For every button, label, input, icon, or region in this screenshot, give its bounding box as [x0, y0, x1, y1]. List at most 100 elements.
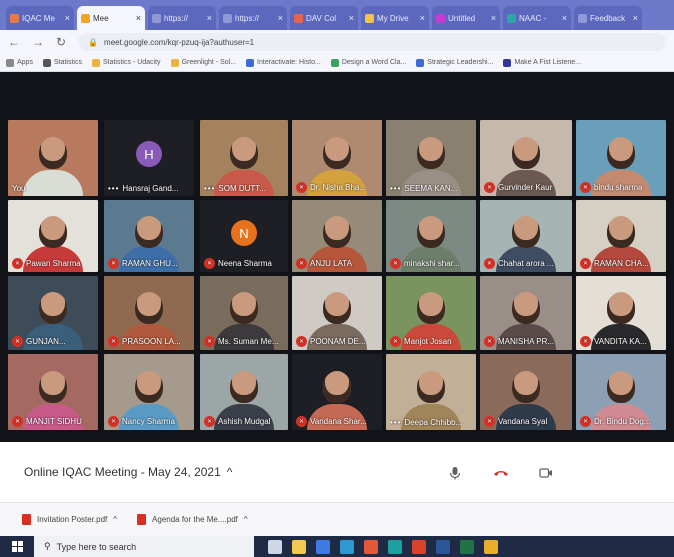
participant-name: Dr. Nisha Bha... [310, 183, 367, 192]
bookmark-item[interactable]: Apps [6, 58, 33, 67]
bookmark-item[interactable]: Design a Word Cla... [330, 58, 406, 67]
browser-tab[interactable]: Untitled × [432, 6, 500, 30]
participant-name-row: ✕ Gurvinder Kaur [484, 182, 568, 193]
task-view-icon[interactable] [268, 539, 282, 554]
url-field[interactable]: 🔒 meet.google.com/kqr-pzuq-ija?authuser=… [78, 33, 666, 51]
participant-tile[interactable]: ✕ Gurvinder Kaur [480, 120, 572, 196]
browser-tab[interactable]: NAAC - × [503, 6, 571, 30]
excel-icon[interactable] [460, 539, 474, 554]
participant-tile[interactable]: You [8, 120, 98, 196]
chrome-icon[interactable] [364, 539, 378, 554]
url-text: meet.google.com/kqr-pzuq-ija?authuser=1 [104, 37, 255, 47]
windows-start-button[interactable] [0, 536, 34, 557]
chevron-up-icon[interactable]: ^ [113, 515, 117, 524]
download-item[interactable]: Invitation Poster.pdf ^ [22, 514, 117, 525]
more-options-icon[interactable]: ••• [108, 184, 119, 193]
file-explorer-icon[interactable] [292, 539, 306, 554]
office-icon[interactable] [412, 539, 426, 554]
browser-tab[interactable]: My Drive × [361, 6, 429, 30]
participant-tile[interactable]: ✕ MANISHA PR... [480, 276, 572, 350]
chevron-up-icon[interactable]: ^ [244, 515, 248, 524]
bookmark-item[interactable]: Strategic Leadershi... [416, 58, 493, 67]
more-options-icon[interactable]: ••• [390, 184, 401, 193]
participant-tile[interactable]: ✕ minakshi shar... [386, 200, 476, 272]
bookmark-item[interactable]: Statistics [42, 58, 82, 67]
participant-name: MANISHA PR... [498, 337, 555, 346]
close-icon[interactable]: × [207, 13, 212, 23]
participant-tile[interactable]: H ••• Hansraj Gand... [104, 120, 194, 196]
mic-off-icon: ✕ [108, 416, 119, 427]
participant-tile[interactable]: ✕ Ashish Mudgal [200, 354, 288, 430]
tab-favicon-icon [152, 13, 161, 23]
participant-tile[interactable]: ✕ RAMAN CHA... [576, 200, 666, 272]
participant-tile[interactable]: ✕ GUNJAN... [8, 276, 98, 350]
participant-name: Neena Sharma [218, 259, 272, 268]
word-icon[interactable] [436, 539, 450, 554]
microphone-button[interactable] [442, 460, 468, 486]
edge-icon[interactable] [340, 539, 354, 554]
browser-tab[interactable]: https:// × [219, 6, 287, 30]
more-options-icon[interactable]: ••• [390, 418, 401, 427]
close-icon[interactable]: × [349, 13, 354, 23]
bookmark-item[interactable]: Statistics - Udacity [91, 58, 161, 67]
close-icon[interactable]: × [562, 13, 567, 23]
leave-call-button[interactable] [488, 460, 514, 486]
photos-icon[interactable] [484, 539, 498, 554]
participant-tile[interactable]: ✕ Vandana Syal [480, 354, 572, 430]
participant-tile[interactable]: ✕ Ms. Suman Me... [200, 276, 288, 350]
participant-tile[interactable]: ✕ ANJU LATA [292, 200, 382, 272]
back-icon[interactable]: ← [8, 35, 20, 49]
participant-tile[interactable]: ✕ Dr. Bindu Dog... [576, 354, 666, 430]
participant-tile[interactable]: ✕ POONAM DE... [292, 276, 382, 350]
camera-button[interactable] [533, 460, 559, 486]
participant-face [417, 370, 445, 403]
chevron-up-icon[interactable]: ^ [227, 465, 233, 479]
close-icon[interactable]: × [491, 13, 496, 23]
participant-tile[interactable]: ✕ Chahat arora ... [480, 200, 572, 272]
forward-icon[interactable]: → [32, 35, 44, 49]
participant-avatar: N [231, 220, 257, 247]
participant-tile[interactable]: ✕ Pawan Sharma [8, 200, 98, 272]
bookmark-item[interactable]: Greenlight - Sol... [170, 58, 236, 67]
participant-tile[interactable]: ••• SOM DUTT... [200, 120, 288, 196]
browser-tab[interactable]: IQAC Me × [6, 6, 74, 30]
close-icon[interactable]: × [136, 13, 141, 23]
browser-tab[interactable]: DAV Col × [290, 6, 358, 30]
windows-logo-icon [11, 541, 23, 552]
taskbar-search[interactable]: ⚲ Type here to search [34, 536, 254, 557]
participant-tile[interactable]: ••• SEEMA KAN... [386, 120, 476, 196]
tab-favicon-icon [436, 13, 445, 23]
mail-icon[interactable] [316, 539, 330, 554]
mic-off-icon: ✕ [204, 258, 215, 269]
microphone-icon [449, 467, 461, 480]
browser-tab[interactable]: https:// × [148, 6, 216, 30]
participant-name-row: ✕ Manjot Josan [390, 336, 472, 347]
participant-tile[interactable]: ✕ Nancy Sharma [104, 354, 194, 430]
participant-tile[interactable]: ✕ VANDITA KA... [576, 276, 666, 350]
download-item[interactable]: Agenda for the Me....pdf ^ [137, 514, 248, 525]
close-icon[interactable]: × [65, 13, 70, 23]
participant-name-row: ✕ Pawan Sharma [12, 258, 94, 269]
chrome-2-icon[interactable] [388, 539, 402, 554]
browser-tab[interactable]: Mee × [77, 6, 145, 30]
participant-tile[interactable]: ✕ Manjot Josan [386, 276, 476, 350]
meeting-details[interactable]: Online IQAC Meeting - May 24, 2021 ^ [24, 465, 232, 479]
participant-tile[interactable]: ✕ PRASOON LA... [104, 276, 194, 350]
participant-tile[interactable]: ••• Deepa Chhibb... [386, 354, 476, 430]
participant-tile[interactable]: ✕ RAMAN GHU... [104, 200, 194, 272]
close-icon[interactable]: × [278, 13, 283, 23]
browser-tab[interactable]: Feedback × [574, 6, 642, 30]
close-icon[interactable]: × [633, 13, 638, 23]
participant-tile[interactable]: ✕ Vandana Shar... [292, 354, 382, 430]
close-icon[interactable]: × [420, 13, 425, 23]
more-options-icon[interactable]: ••• [204, 184, 215, 193]
participant-tile[interactable]: ✕ MANJIT SIDHU [8, 354, 98, 430]
participant-name-row: ✕ VANDITA KA... [580, 336, 662, 347]
bookmark-item[interactable]: Interactivate: Histo... [246, 58, 321, 67]
bookmark-label: Statistics - Udacity [102, 59, 161, 66]
participant-tile[interactable]: N ✕ Neena Sharma [200, 200, 288, 272]
participant-tile[interactable]: ✕ Dr. Nisha Bha... [292, 120, 382, 196]
bookmark-item[interactable]: Make A Fist Listene... [503, 58, 581, 67]
participant-tile[interactable]: ✕ bindu sharma [576, 120, 666, 196]
reload-icon[interactable]: ↻ [56, 35, 66, 49]
